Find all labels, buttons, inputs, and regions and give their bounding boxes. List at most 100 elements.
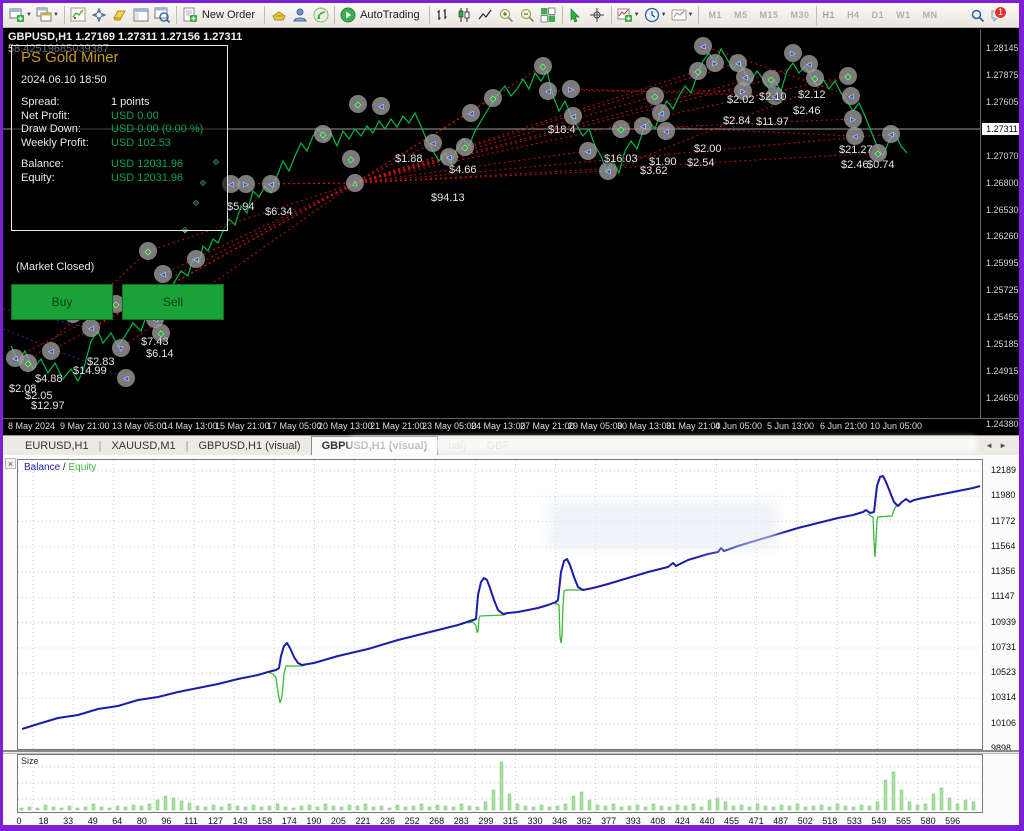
size-bar [396,805,399,810]
new-chart-button[interactable]: ▼ [7,5,34,26]
timeframe-H1[interactable]: H1 [816,5,842,26]
tester-x-label: 424 [675,816,690,826]
candlestick-button[interactable] [454,5,475,26]
tab-gbpusd-h1-visual-[interactable]: GBPUSD,H1 (visual) [188,438,310,455]
main-toolbar: ▼ ▼ New Order [3,3,1019,28]
timeframe-M15[interactable]: M15 [754,5,785,26]
expert-advisors-button[interactable] [268,5,289,26]
tester-x-label: 549 [871,816,886,826]
size-bar [964,800,967,810]
size-bar [228,804,231,810]
size-bar [340,807,343,810]
timeframe-M30[interactable]: M30 [785,5,816,26]
size-bar [756,804,759,810]
ea-stat-row: Net Profit:USD 0.00 [21,110,221,122]
cursor-icon [568,7,584,23]
profiles-button[interactable]: ▼ [34,5,61,26]
size-bar [596,805,599,810]
chevron-down-icon: ▼ [53,12,59,18]
periods-button[interactable]: ▼ [642,5,669,26]
size-bar [20,808,23,810]
timeframe-M1[interactable]: M1 [702,5,728,26]
time-axis-label: 5 Jun 13:00 [767,421,814,431]
trade-marker-arrow: ◆ [490,94,497,103]
community-button[interactable] [289,5,310,26]
size-bar [124,807,127,810]
chart-window-button[interactable] [131,5,152,26]
size-bar [572,796,575,810]
signals-button[interactable] [310,5,331,26]
price-chart-area[interactable]: ◄◆◄◆◄▼◄◆◆◄◆◄◄◄►◄◆◆◄◆▲◄◄◆◄◆◆◄►◄◄◄◆◄◆◄◄◆◄►… [3,29,1019,435]
cursor-button[interactable] [566,5,587,26]
chevron-down-icon: ▼ [26,12,32,18]
size-bar [900,790,903,810]
crosshair-button[interactable] [587,5,608,26]
size-bar [196,806,199,810]
tab-eurusd-h1[interactable]: EURUSD,H1 [15,438,99,455]
tab-ual-[interactable]: ual) [438,438,476,455]
notification-badge: 1 [994,6,1007,19]
tester-x-label: 362 [577,816,592,826]
size-bar [844,806,847,810]
tab-scroll-left[interactable]: ◄ [985,441,993,450]
strategy-tester-button[interactable] [152,5,173,26]
size-bar [556,806,559,810]
tester-x-label: 221 [355,816,370,826]
autotrading-button[interactable]: AutoTrading [338,5,426,26]
trade-marker-arrow: ◆ [113,300,120,309]
tab-xauusd-m1[interactable]: XAUUSD,M1 [101,438,185,455]
tester-x-label: 393 [626,816,641,826]
indicators-button[interactable]: ▼ [615,5,642,26]
size-bar [740,805,743,810]
tester-x-label: 236 [380,816,395,826]
trade-profit-label: $12.97 [31,400,65,412]
close-icon[interactable]: × [5,458,16,469]
tab-scroll-right[interactable]: ► [999,441,1007,450]
price-axis-label: 1.26260 [986,231,1019,241]
market-watch-button[interactable] [68,5,89,26]
new-order-button[interactable]: New Order [180,5,261,26]
timeframe-D1[interactable]: D1 [866,5,891,26]
size-bar [764,806,767,810]
search-button[interactable] [967,5,988,26]
buy-button[interactable]: Buy [11,284,113,320]
size-bar [892,772,895,810]
data-window-button[interactable] [110,5,131,26]
indicators-icon [617,7,633,23]
zoom-in-button[interactable] [496,5,517,26]
templates-button[interactable]: ▼ [669,5,696,26]
timeframe-H4[interactable]: H4 [841,5,866,26]
bar-chart-button[interactable] [433,5,454,26]
zoom-out-button[interactable] [517,5,538,26]
timeframe-W1[interactable]: W1 [890,5,917,26]
signal-icon [313,7,329,23]
toolbar-separator [334,6,335,24]
timeframe-M5[interactable]: M5 [728,5,754,26]
tab-gbf[interactable]: GBF [477,438,520,455]
time-axis-label: 13 May 05:00 [112,421,167,431]
legend-equity: Equity [68,462,96,473]
tab-gbpusd-h1-visual-[interactable]: GBPUSD,H1 (visual) [311,436,439,455]
notifications-button[interactable]: 1 [988,5,1009,26]
line-chart-button[interactable] [475,5,496,26]
size-bar [460,804,463,810]
navigator-button[interactable] [89,5,110,26]
trade-marker-arrow: ► [789,49,797,58]
ea-stat-row: Balance:USD 12031.96 [21,158,221,170]
size-bar [324,804,327,810]
sell-button[interactable]: Sell [122,284,224,320]
trade-marker-arrow: ► [711,59,719,68]
size-bar [564,804,567,810]
trade-marker-arrow: ▲ [351,179,359,188]
size-bar [604,806,607,810]
timeframe-MN[interactable]: MN [917,5,944,26]
size-bar [300,806,303,810]
price-axis-label: 1.28145 [986,43,1019,53]
tile-windows-button[interactable] [538,5,559,26]
time-axis-label: 31 May 21:00 [666,421,721,431]
size-bar [516,804,519,810]
size-bar [636,805,639,810]
tester-y-label: 11564 [991,541,1015,551]
time-axis-label: 10 Jun 05:00 [870,421,922,431]
size-bar [68,806,71,810]
